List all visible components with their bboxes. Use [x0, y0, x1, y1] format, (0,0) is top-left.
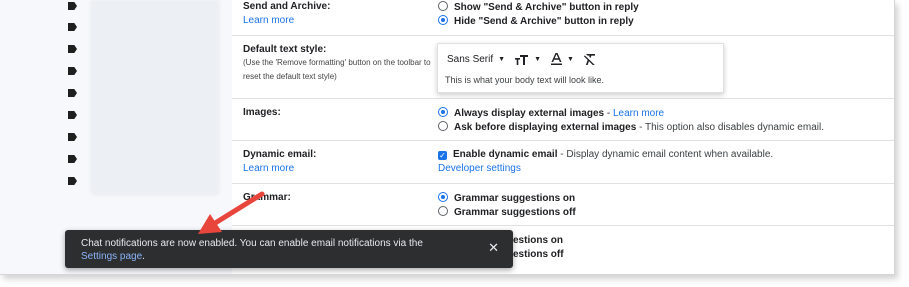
- formatting-toolbar: Sans Serif ▼ ▼ ▼: [447, 53, 606, 65]
- caret-down-icon: ▼: [534, 55, 542, 63]
- label-tag-icon[interactable]: [68, 45, 77, 53]
- caret-down-icon: ▼: [498, 55, 506, 63]
- setting-label: Grammar:: [243, 192, 291, 203]
- chat-notification-toast: Chat notifications are now enabled. You …: [65, 230, 513, 268]
- radio-button[interactable]: [438, 206, 448, 216]
- option-separator: -: [604, 108, 613, 119]
- learn-more-link[interactable]: Learn more: [613, 108, 664, 119]
- label-tag-icon[interactable]: [68, 67, 77, 75]
- radio-button[interactable]: [438, 1, 448, 11]
- label-tag-icon[interactable]: [68, 23, 77, 31]
- setting-label: Default text style:: [243, 44, 327, 55]
- toast-message: Chat notifications are now enabled. You …: [81, 237, 481, 263]
- label-tag-icon[interactable]: [68, 177, 77, 185]
- option-label: Grammar suggestions off: [454, 207, 576, 218]
- learn-more-link[interactable]: Learn more: [243, 15, 294, 26]
- radio-option-grammar-off[interactable]: Grammar suggestions off: [438, 206, 576, 218]
- font-family-value: Sans Serif: [447, 53, 494, 65]
- option-label: Enable dynamic email: [453, 149, 558, 160]
- label-tag-icon[interactable]: [68, 133, 77, 141]
- close-icon[interactable]: ✕: [488, 241, 499, 254]
- developer-settings-link[interactable]: Developer settings: [438, 163, 521, 174]
- font-family-select[interactable]: Sans Serif ▼: [447, 54, 505, 65]
- text-style-preview: This is what your body text will look li…: [445, 75, 605, 85]
- checkbox[interactable]: ✓: [438, 151, 447, 160]
- partial-option-label: estions on: [513, 235, 564, 246]
- option-description: - Display dynamic email content when ava…: [557, 149, 774, 160]
- text-size-select[interactable]: ▼: [515, 54, 541, 65]
- text-style-editor: Sans Serif ▼ ▼ ▼ This is what your body …: [437, 43, 724, 93]
- option-label: Ask before displaying external images: [454, 122, 637, 133]
- partial-option-label: estions off: [513, 249, 564, 260]
- radio-button[interactable]: [438, 107, 448, 117]
- setting-row-grammar: Grammar: Grammar suggestions on Grammar …: [232, 184, 894, 226]
- setting-row-dynamic-email: Dynamic email: Learn more ✓ Enable dynami…: [232, 141, 894, 184]
- text-size-icon: [515, 54, 529, 65]
- setting-label: Send and Archive:: [243, 1, 331, 12]
- setting-row-send-archive: Send and Archive: Learn more Show "Send …: [232, 0, 894, 36]
- toast-text: Chat notifications are now enabled. You …: [81, 238, 423, 249]
- remove-formatting-button[interactable]: [583, 53, 596, 65]
- setting-label: Images:: [243, 107, 281, 118]
- blurred-label-names: [90, 0, 220, 196]
- checkbox-enable-dynamic-email[interactable]: ✓ Enable dynamic email - Display dynamic …: [438, 149, 773, 160]
- option-label: Always display external images: [454, 108, 605, 119]
- radio-option-hide-send-archive[interactable]: Hide "Send & Archive" button in reply: [438, 15, 634, 27]
- radio-button[interactable]: [438, 192, 448, 202]
- setting-note: (Use the 'Remove formatting' button on t…: [243, 58, 431, 81]
- label-tag-icon[interactable]: [68, 89, 77, 97]
- toast-period: .: [142, 251, 145, 262]
- radio-button[interactable]: [438, 121, 448, 131]
- option-label: Hide "Send & Archive" button in reply: [454, 16, 634, 27]
- gmail-settings-window: Send and Archive: Learn more Show "Send …: [0, 0, 895, 275]
- learn-more-link[interactable]: Learn more: [243, 163, 294, 174]
- setting-row-images: Images: Always display external images -…: [232, 99, 894, 141]
- text-color-select[interactable]: ▼: [551, 53, 574, 65]
- label-tag-icon[interactable]: [68, 2, 77, 10]
- remove-formatting-icon: [583, 53, 595, 65]
- option-label: Grammar suggestions on: [454, 193, 576, 204]
- option-label: Show "Send & Archive" button in reply: [454, 2, 639, 13]
- radio-option-ask-before-images[interactable]: Ask before displaying external images - …: [438, 121, 824, 133]
- radio-button[interactable]: [438, 15, 448, 25]
- label-tag-icon[interactable]: [68, 111, 77, 119]
- label-tag-icon[interactable]: [68, 155, 77, 163]
- radio-option-grammar-on[interactable]: Grammar suggestions on: [438, 192, 575, 204]
- caret-down-icon: ▼: [567, 55, 574, 63]
- setting-label: Dynamic email:: [243, 149, 317, 160]
- option-description: - This option also disables dynamic emai…: [636, 122, 824, 133]
- radio-option-show-send-archive[interactable]: Show "Send & Archive" button in reply: [438, 1, 639, 13]
- radio-option-always-display-images[interactable]: Always display external images - Learn m…: [438, 107, 664, 119]
- settings-page-link[interactable]: Settings page: [81, 251, 142, 262]
- text-color-icon: [551, 53, 563, 65]
